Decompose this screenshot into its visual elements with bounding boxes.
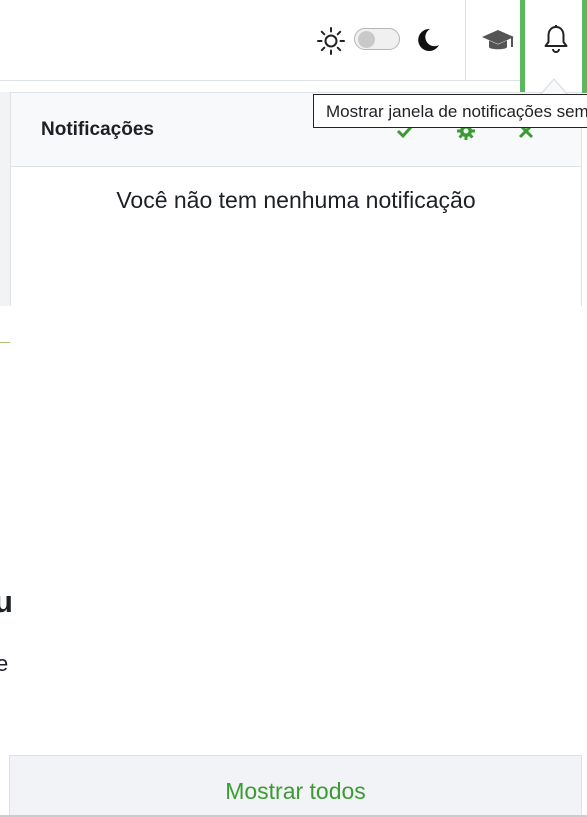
navbar-divider bbox=[465, 0, 466, 80]
tooltip-arrow-fill bbox=[542, 80, 566, 94]
background-strip bbox=[0, 92, 10, 306]
bell-icon bbox=[544, 25, 568, 53]
sun-icon[interactable] bbox=[316, 26, 346, 56]
page-heading-fragment: u bbox=[0, 584, 13, 619]
popover-title: Notificações bbox=[41, 119, 154, 140]
top-navbar bbox=[0, 0, 587, 93]
moon-icon[interactable] bbox=[414, 26, 442, 54]
theme-toggle[interactable] bbox=[354, 28, 400, 50]
notifications-tooltip: Mostrar janela de notificações sem as no… bbox=[313, 94, 587, 128]
popover-footer: Mostrar todos bbox=[9, 755, 582, 817]
toggle-knob bbox=[358, 31, 375, 48]
empty-notifications-message: Você não tem nenhuma notificação bbox=[116, 187, 476, 213]
show-all-link[interactable]: Mostrar todos bbox=[10, 778, 581, 805]
graduation-cap-icon[interactable] bbox=[481, 26, 515, 56]
page-text-fragment: e bbox=[0, 651, 9, 676]
accent-line bbox=[0, 342, 10, 343]
